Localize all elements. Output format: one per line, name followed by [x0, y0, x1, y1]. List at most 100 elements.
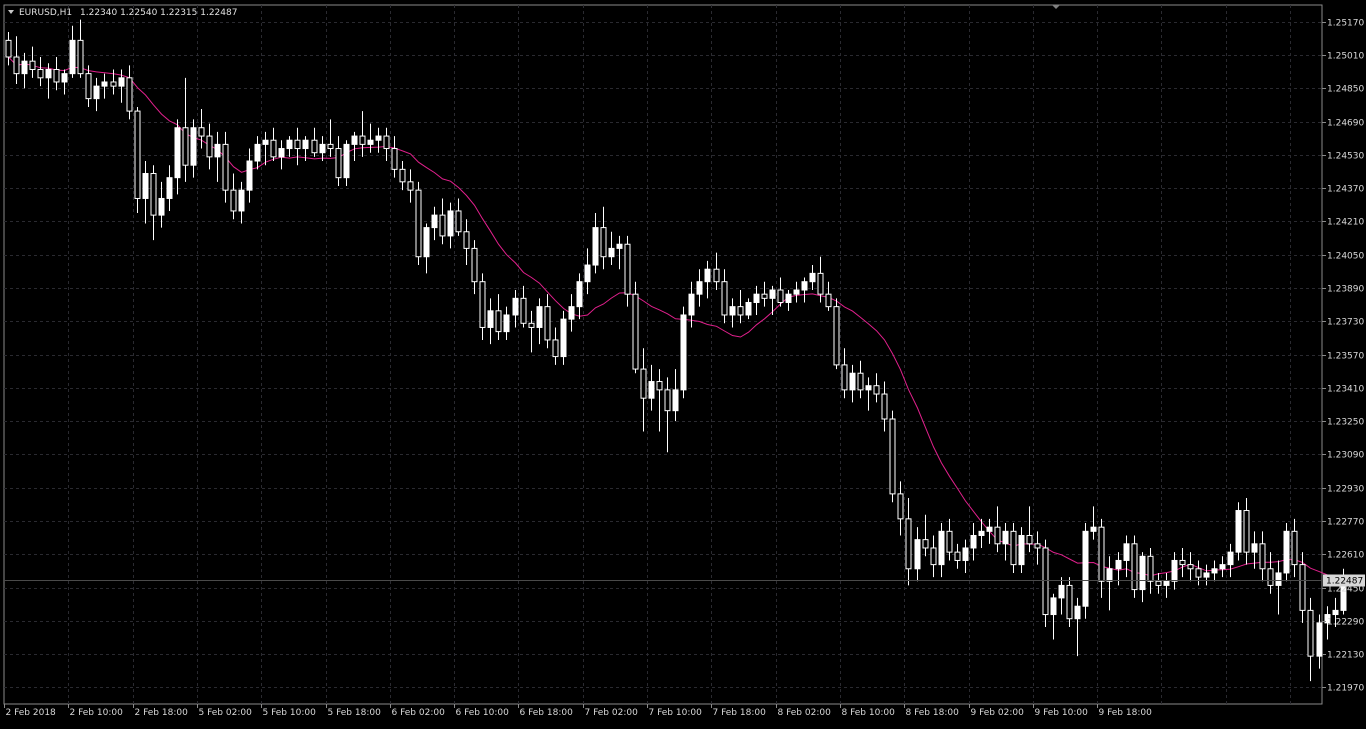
candle-bear [713, 268, 720, 283]
price-tick-label: 1.22930 [1327, 485, 1364, 495]
candle-bull [431, 214, 438, 229]
candle-bear [777, 289, 784, 303]
candle-bear [889, 418, 896, 495]
candle-bull [158, 197, 165, 216]
candle-bear [520, 297, 527, 324]
candle-bear [85, 73, 92, 100]
candle-bull [319, 143, 326, 154]
candle-bull [592, 227, 599, 266]
candle-bull [1074, 605, 1081, 620]
candle-bear [110, 81, 117, 87]
candle-bull [1171, 559, 1178, 582]
candle-bull [214, 143, 221, 158]
price-tick-label: 1.23410 [1327, 385, 1364, 395]
candle-bull [576, 281, 583, 308]
chart-window[interactable]: 1.25170 1.25010 1.24850 1.24690 1.24530 1.243… [0, 0, 1366, 725]
price-tick-label: 1.23570 [1327, 352, 1364, 362]
candle-bear [922, 539, 929, 549]
candle-bull [1139, 555, 1146, 591]
candle-bear [222, 143, 229, 191]
candle-bear [1010, 530, 1017, 566]
candle-bull [1018, 534, 1025, 566]
price-tick-label: 1.24530 [1327, 152, 1364, 162]
time-tick-label: 6 Feb 02:00 [392, 708, 446, 718]
candle-bear [407, 181, 414, 191]
time-tick-label: 7 Feb 02:00 [585, 708, 639, 718]
candle-bear [1195, 568, 1202, 578]
candle-bull [729, 306, 736, 316]
candle-bull [809, 272, 816, 283]
candle-bear [544, 306, 551, 341]
candle-bear [198, 127, 205, 137]
candle-bear [311, 139, 318, 154]
candle-bull [672, 389, 679, 412]
price-tick-label: 1.25010 [1327, 52, 1364, 62]
time-tick-label: 9 Feb 10:00 [1035, 708, 1089, 718]
candle-bear [1042, 547, 1049, 616]
price-tick-label: 1.25170 [1327, 19, 1364, 29]
candle-bear [1307, 609, 1314, 657]
candle-bull [1316, 622, 1323, 657]
candle-bear [383, 135, 390, 150]
time-tick-label: 7 Feb 18:00 [713, 708, 767, 718]
candle-bull [704, 268, 711, 283]
candle-bear [552, 339, 559, 358]
candle-bull [1219, 564, 1226, 570]
price-tick-label: 1.24370 [1327, 185, 1364, 195]
candle-bear [1066, 584, 1073, 620]
candle-bull [246, 160, 253, 191]
candle-bull [1082, 530, 1089, 607]
price-tick-label: 1.23250 [1327, 418, 1364, 428]
candle-bear [230, 189, 237, 212]
candle-bull [1002, 530, 1009, 545]
candle-bear [905, 518, 912, 570]
candle-bear [528, 322, 535, 328]
candle-bull [351, 135, 358, 145]
candle-bull [962, 547, 969, 561]
candle-bear [825, 293, 832, 308]
candle-bull [616, 243, 623, 249]
time-tick-label: 2 Feb 2018 [6, 708, 57, 718]
time-tick-label: 8 Feb 10:00 [842, 708, 896, 718]
candle-bull [793, 289, 800, 295]
candle-bear [721, 281, 728, 316]
candle-bull [174, 127, 181, 179]
candle-bull [1115, 559, 1122, 570]
time-tick-label: 8 Feb 18:00 [906, 708, 960, 718]
candle-bear [455, 210, 462, 233]
candle-bull [286, 139, 293, 150]
candle-bull [680, 314, 687, 391]
candle-bear [294, 139, 301, 150]
candle-bull [93, 85, 100, 100]
candle-bear [954, 551, 961, 561]
candle-bull [648, 381, 655, 399]
candle-bear [1179, 559, 1186, 566]
price-tick-label: 1.24850 [1327, 85, 1364, 95]
candle-bear [471, 247, 478, 283]
candle-bear [817, 272, 824, 295]
candle-bull [1235, 510, 1242, 553]
candle-bull [69, 39, 76, 75]
candle-bull [166, 177, 173, 199]
candle-bear [833, 306, 840, 366]
candle-bear [994, 526, 1001, 545]
candle-bull [101, 81, 108, 87]
time-tick-label: 9 Feb 18:00 [1099, 708, 1153, 718]
candle-bear [335, 148, 342, 179]
candle-bull [21, 60, 28, 75]
candle-bear [77, 39, 84, 75]
symbol-label: EURUSD,H1 [19, 8, 72, 18]
candle-bull [1058, 584, 1065, 599]
candle-bear [29, 60, 36, 70]
candle-bear [359, 135, 366, 145]
candle-bear [946, 530, 953, 553]
candle-bull [801, 281, 808, 291]
candle-bear [664, 389, 671, 412]
price-tick-label: 1.22770 [1327, 518, 1364, 528]
price-chart[interactable]: 1.25170 1.25010 1.24850 1.24690 1.24530 1.243… [0, 0, 1366, 725]
current-price-label: 1.22487 [1326, 577, 1363, 587]
candle-bear [126, 77, 133, 112]
candle-bull [1227, 551, 1234, 566]
candle-bull [45, 68, 52, 79]
candle-bull [970, 534, 977, 549]
